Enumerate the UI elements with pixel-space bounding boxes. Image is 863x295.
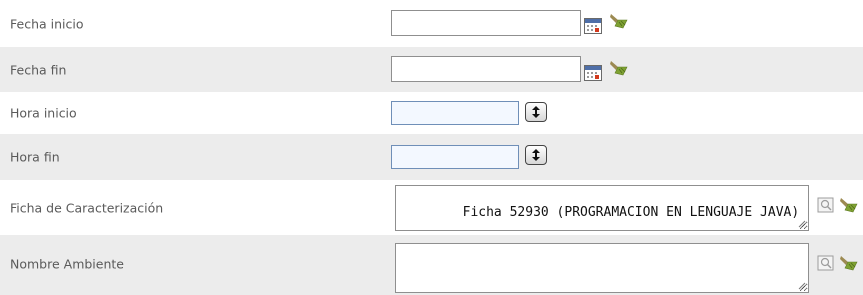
resize-grip-icon[interactable] (798, 220, 806, 228)
fecha-inicio-input[interactable] (391, 10, 581, 36)
row-ficha: Ficha de Caracterización Ficha 52930 (PR… (0, 180, 863, 235)
spinner-icon (532, 149, 540, 161)
ficha-textarea[interactable]: Ficha 52930 (PROGRAMACION EN LENGUAJE JA… (395, 185, 809, 231)
hora-inicio-spinner[interactable] (525, 102, 547, 122)
hora-fin-input[interactable] (391, 145, 519, 169)
clear-icon[interactable] (609, 12, 629, 30)
search-icon[interactable] (817, 197, 837, 215)
calendar-icon[interactable] (584, 65, 602, 81)
ficha-label: Ficha de Caracterización (10, 200, 164, 215)
row-fecha-fin: Fecha fin (0, 47, 863, 92)
ficha-value: Ficha 52930 (PROGRAMACION EN LENGUAJE JA… (462, 205, 800, 220)
clear-icon[interactable] (609, 59, 629, 77)
hora-inicio-label: Hora inicio (10, 105, 77, 121)
fecha-inicio-label: Fecha inicio (10, 16, 84, 31)
resize-grip-icon[interactable] (798, 282, 806, 290)
hora-fin-spinner[interactable] (525, 145, 547, 165)
search-icon[interactable] (817, 255, 837, 273)
spinner-icon (532, 106, 540, 118)
clear-icon[interactable] (839, 196, 859, 214)
fecha-fin-input[interactable] (391, 56, 581, 82)
fecha-fin-label: Fecha fin (10, 62, 67, 77)
hora-fin-label: Hora fin (10, 149, 60, 165)
nombre-ambiente-label: Nombre Ambiente (10, 256, 124, 272)
hora-inicio-input[interactable] (391, 101, 519, 125)
calendar-icon[interactable] (584, 18, 602, 34)
nombre-ambiente-textarea[interactable] (395, 243, 809, 293)
row-nombre-ambiente: Nombre Ambiente (0, 235, 863, 295)
row-hora-inicio: Hora inicio (0, 92, 863, 134)
row-fecha-inicio: Fecha inicio (0, 0, 863, 47)
form-panel: Fecha inicio Fecha fin Hora inicio Hora … (0, 0, 863, 295)
row-hora-fin: Hora fin (0, 134, 863, 180)
clear-icon[interactable] (839, 254, 859, 272)
